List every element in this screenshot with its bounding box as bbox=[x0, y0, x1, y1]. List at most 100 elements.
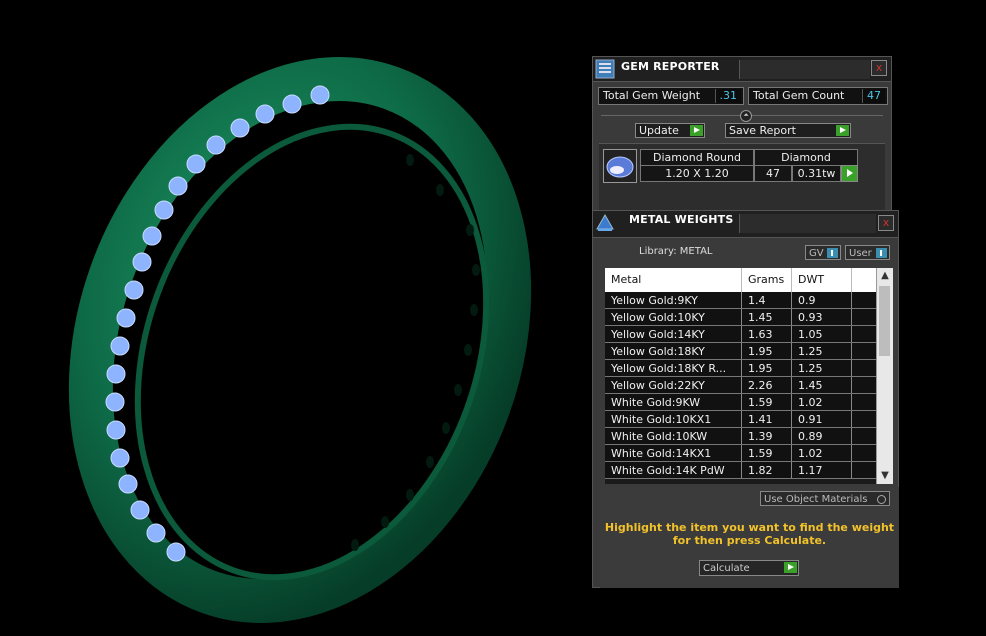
ring-render bbox=[68, 57, 532, 623]
cell-grams: 1.59 bbox=[742, 394, 792, 410]
table-scrollbar[interactable]: ▲ ▼ bbox=[876, 268, 893, 484]
cell-grams: 1.59 bbox=[742, 445, 792, 461]
cell-metal: White Gold:10KX1 bbox=[605, 411, 742, 427]
user-toggle[interactable]: User bbox=[845, 245, 890, 260]
cell-dwt: 1.02 bbox=[792, 445, 852, 461]
table-row[interactable]: White Gold:14K PdW 1.82 1.17 bbox=[605, 462, 877, 479]
gem-reporter-close-button[interactable]: x bbox=[871, 60, 887, 76]
table-row[interactable]: White Gold:9KW 1.59 1.02 bbox=[605, 394, 877, 411]
cell-dwt: 0.93 bbox=[792, 309, 852, 325]
column-header-grams[interactable]: Grams bbox=[742, 268, 792, 292]
instruction-line-1: Highlight the item you want to find the … bbox=[604, 521, 895, 534]
cell-metal: White Gold:9KW bbox=[605, 394, 742, 410]
gv-label: GV bbox=[809, 248, 824, 259]
column-header-metal[interactable]: Metal bbox=[605, 268, 742, 292]
column-header-dwt[interactable]: DWT bbox=[792, 268, 852, 292]
scale-icon bbox=[596, 213, 614, 231]
cell-grams: 2.26 bbox=[742, 377, 792, 393]
metal-weights-title: METAL WEIGHTS bbox=[629, 213, 734, 226]
save-report-button[interactable]: Save Report bbox=[725, 123, 851, 138]
cell-grams: 1.41 bbox=[742, 411, 792, 427]
scroll-up-icon[interactable]: ▲ bbox=[877, 268, 893, 284]
cell-metal: Yellow Gold:22KY bbox=[605, 377, 742, 393]
instruction-line-2: for then press Calculate. bbox=[672, 534, 827, 547]
gem-shape: Diamond Round bbox=[640, 149, 754, 166]
play-icon bbox=[784, 562, 797, 573]
cell-metal: Yellow Gold:18KY bbox=[605, 343, 742, 359]
total-gem-weight-value: .31 bbox=[714, 89, 741, 103]
calculate-label: Calculate bbox=[703, 563, 750, 574]
cell-grams: 1.45 bbox=[742, 309, 792, 325]
total-gem-weight-box: Total Gem Weight .31 bbox=[598, 87, 744, 105]
cell-metal: Yellow Gold:10KY bbox=[605, 309, 742, 325]
table-row[interactable]: Yellow Gold:10KY 1.45 0.93 bbox=[605, 309, 877, 326]
total-gem-count-label: Total Gem Count bbox=[753, 89, 845, 102]
gem-type: Diamond bbox=[754, 149, 858, 166]
cell-dwt: 1.02 bbox=[792, 394, 852, 410]
cell-grams: 1.39 bbox=[742, 428, 792, 444]
play-icon bbox=[836, 125, 849, 136]
cell-dwt: 1.05 bbox=[792, 326, 852, 342]
table-header: Metal Grams DWT bbox=[605, 268, 877, 292]
cell-dwt: 1.25 bbox=[792, 360, 852, 376]
instruction-text: Highlight the item you want to find the … bbox=[600, 521, 899, 547]
cell-dwt: 0.91 bbox=[792, 411, 852, 427]
cell-dwt: 1.45 bbox=[792, 377, 852, 393]
play-icon bbox=[690, 125, 703, 136]
metal-weights-close-button[interactable]: x bbox=[878, 215, 894, 231]
update-label: Update bbox=[639, 124, 679, 137]
cell-grams: 1.82 bbox=[742, 462, 792, 478]
gem-weight: 0.31tw bbox=[792, 165, 841, 182]
cell-dwt: 1.17 bbox=[792, 462, 852, 478]
save-report-label: Save Report bbox=[729, 124, 796, 137]
cell-grams: 1.95 bbox=[742, 343, 792, 359]
gem-card[interactable]: Diamond Round Diamond 1.20 X 1.20 47 0.3… bbox=[599, 143, 885, 212]
cell-grams: 1.63 bbox=[742, 326, 792, 342]
table-row[interactable]: Yellow Gold:9KY 1.4 0.9 bbox=[605, 292, 877, 309]
gv-toggle[interactable]: GV bbox=[805, 245, 841, 260]
play-icon bbox=[847, 169, 853, 177]
cell-grams: 1.4 bbox=[742, 292, 792, 308]
table-row[interactable]: White Gold:10KW 1.39 0.89 bbox=[605, 428, 877, 445]
scroll-down-icon[interactable]: ▼ bbox=[877, 468, 893, 484]
toggle-indicator-icon bbox=[827, 248, 838, 258]
user-label: User bbox=[849, 248, 872, 259]
table-row[interactable]: Yellow Gold:14KY 1.63 1.05 bbox=[605, 326, 877, 343]
cell-grams: 1.95 bbox=[742, 360, 792, 376]
total-gem-weight-label: Total Gem Weight bbox=[603, 89, 701, 102]
cell-dwt: 0.89 bbox=[792, 428, 852, 444]
table-row[interactable]: White Gold:14KX1 1.59 1.02 bbox=[605, 445, 877, 462]
table-row[interactable]: Yellow Gold:22KY 2.26 1.45 bbox=[605, 377, 877, 394]
cell-metal: White Gold:14KX1 bbox=[605, 445, 742, 461]
table-row[interactable]: Yellow Gold:18KY 1.95 1.25 bbox=[605, 343, 877, 360]
metal-weights-panel: METAL WEIGHTS x Library: METAL GV User M… bbox=[592, 210, 899, 588]
report-icon bbox=[595, 59, 615, 79]
metal-table: Metal Grams DWT Yellow Gold:9KY 1.4 0.9 … bbox=[605, 268, 893, 484]
toggle-indicator-icon bbox=[876, 248, 887, 258]
cell-metal: Yellow Gold:9KY bbox=[605, 292, 742, 308]
gem-reporter-title: GEM REPORTER bbox=[621, 60, 720, 73]
3d-viewport[interactable] bbox=[0, 0, 590, 636]
radio-indicator-icon bbox=[877, 495, 886, 504]
diamond-round-icon bbox=[603, 149, 637, 183]
gem-reporter-titlebar[interactable]: GEM REPORTER x bbox=[593, 57, 891, 82]
cell-dwt: 0.9 bbox=[792, 292, 852, 308]
table-row[interactable]: White Gold:10KX1 1.41 0.91 bbox=[605, 411, 877, 428]
metal-weights-titlebar[interactable]: METAL WEIGHTS x bbox=[593, 211, 898, 238]
gem-reporter-panel: GEM REPORTER x Total Gem Weight .31 Tota… bbox=[592, 56, 892, 212]
cell-metal: White Gold:14K PdW bbox=[605, 462, 742, 478]
cell-dwt: 1.25 bbox=[792, 343, 852, 359]
gem-size: 1.20 X 1.20 bbox=[640, 165, 754, 182]
cell-metal: White Gold:10KW bbox=[605, 428, 742, 444]
gem-detail-button[interactable] bbox=[841, 165, 858, 182]
library-label: Library: METAL bbox=[639, 246, 713, 257]
total-gem-count-box: Total Gem Count 47 bbox=[748, 87, 888, 105]
scroll-thumb[interactable] bbox=[879, 286, 890, 356]
collapse-toggle-icon[interactable]: ⏶ bbox=[740, 110, 752, 122]
calculate-button[interactable]: Calculate bbox=[699, 560, 799, 576]
update-button[interactable]: Update bbox=[635, 123, 705, 138]
title-spacer bbox=[739, 214, 876, 233]
table-row[interactable]: Yellow Gold:18KY R... 1.95 1.25 bbox=[605, 360, 877, 377]
use-object-materials-label: Use Object Materials bbox=[764, 494, 868, 505]
use-object-materials-toggle[interactable]: Use Object Materials bbox=[760, 491, 890, 506]
